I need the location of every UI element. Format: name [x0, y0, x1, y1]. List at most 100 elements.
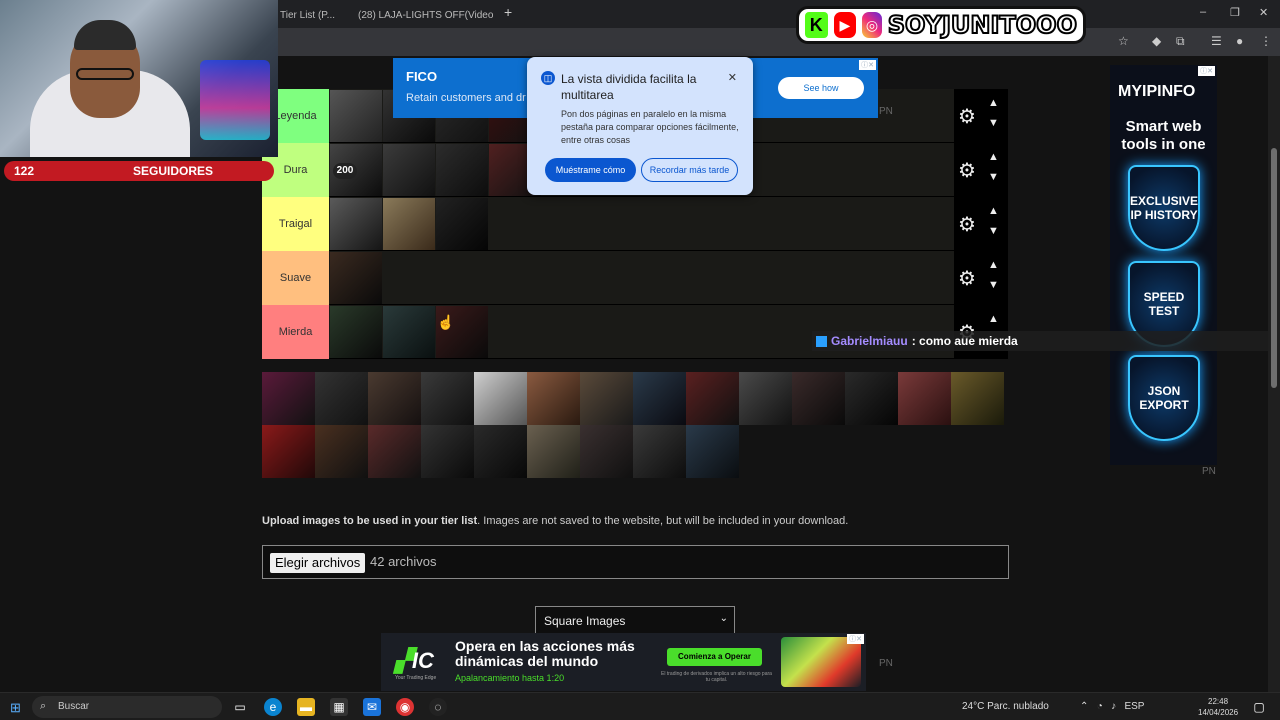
tab-youtube[interactable]: (28) LAJA-LIGHTS OFF(Video O... ✕: [344, 4, 494, 26]
adchoices-icon[interactable]: ⓘ✕: [847, 634, 864, 644]
pool-image[interactable]: [474, 372, 527, 425]
weather-widget[interactable]: 24°C Parc. nublado: [962, 701, 1049, 712]
restore-button[interactable]: ❐: [1230, 6, 1240, 19]
adchoices-icon[interactable]: ⓘ✕: [1198, 66, 1215, 76]
pool-image[interactable]: [368, 425, 421, 478]
pool-image[interactable]: [262, 425, 315, 478]
pool-image[interactable]: [421, 372, 474, 425]
pool-image[interactable]: [580, 425, 633, 478]
pool-image[interactable]: [951, 372, 1004, 425]
chevron-down-icon[interactable]: ▼: [988, 171, 999, 183]
clock-time: 22:48: [1208, 697, 1229, 706]
image-shape-select[interactable]: Square Images ⌄: [535, 606, 735, 634]
ic-logo-text: IC: [411, 648, 434, 673]
notification-icon[interactable]: ▢: [1250, 698, 1268, 716]
tab-tier-list[interactable]: Tier List (P... ✕: [272, 4, 342, 26]
language-indicator[interactable]: ESP: [1124, 701, 1144, 712]
pool-image[interactable]: [580, 372, 633, 425]
start-trading-button[interactable]: Comienza a Operar: [667, 648, 762, 666]
pool-image[interactable]: [262, 372, 315, 425]
volume-icon[interactable]: ♪: [1111, 701, 1116, 712]
chevron-up-icon[interactable]: ▲: [988, 259, 999, 271]
star-icon[interactable]: ☆: [1118, 34, 1129, 48]
scrollbar[interactable]: [1268, 56, 1280, 692]
adchoices-icon[interactable]: ⓘ✕: [859, 60, 876, 70]
gear-icon[interactable]: ⚙: [958, 104, 976, 129]
myipinfo-ad[interactable]: MYIPINFO Smart web tools in one EXCLUSIV…: [1110, 65, 1217, 465]
tier-image[interactable]: [436, 198, 488, 250]
ic-trading-ad[interactable]: ▞IC Your Trading Edge Opera en las accio…: [381, 633, 866, 691]
rgb-lights: [200, 60, 270, 140]
reading-list-icon[interactable]: ☰: [1211, 34, 1222, 48]
tier-image[interactable]: [330, 198, 382, 250]
wifi-icon[interactable]: ◔: [1097, 701, 1103, 712]
chevron-up-icon[interactable]: ▲: [988, 97, 999, 109]
choose-files-button[interactable]: Elegir archivos: [270, 553, 366, 573]
tier-image[interactable]: [330, 90, 382, 142]
pool-image[interactable]: [633, 372, 686, 425]
close-icon[interactable]: ✕: [728, 71, 737, 84]
outlook-icon[interactable]: ✉: [363, 698, 381, 716]
file-explorer-icon[interactable]: ▬: [297, 698, 315, 716]
pool-image[interactable]: [527, 372, 580, 425]
see-how-button[interactable]: See how: [778, 77, 864, 99]
tier-label[interactable]: Traigal: [262, 197, 329, 251]
puzzle-icon[interactable]: ⧉: [1176, 34, 1185, 49]
profile-icon[interactable]: ●: [1236, 34, 1243, 48]
chevron-up-icon[interactable]: ⌃: [1080, 701, 1088, 712]
chevron-up-icon[interactable]: ▲: [988, 151, 999, 163]
ic-logo: ▞IC: [395, 648, 434, 673]
extension-icon[interactable]: ◆: [1152, 34, 1161, 48]
tier-controls: ⚙ ▲ ▼: [954, 143, 1008, 197]
tier-label[interactable]: Mierda: [262, 305, 329, 359]
chevron-up-icon[interactable]: ▲: [988, 313, 999, 325]
pool-image[interactable]: [368, 372, 421, 425]
pool-image[interactable]: [527, 425, 580, 478]
tier-label[interactable]: Suave: [262, 251, 329, 305]
show-me-button[interactable]: Muéstrame cómo: [545, 158, 636, 182]
chevron-down-icon[interactable]: ▼: [988, 279, 999, 291]
pool-image[interactable]: [845, 372, 898, 425]
gear-icon[interactable]: ⚙: [958, 158, 976, 183]
tier-image[interactable]: [383, 306, 435, 358]
gear-icon[interactable]: ⚙: [958, 266, 976, 291]
tier-image[interactable]: [330, 252, 382, 304]
pool-image[interactable]: [739, 372, 792, 425]
chevron-down-icon[interactable]: ▼: [988, 117, 999, 129]
pool-image[interactable]: [686, 372, 739, 425]
fico-subtitle: Retain customers and dr: [406, 92, 526, 104]
pool-image[interactable]: [633, 425, 686, 478]
clock[interactable]: 22:48 14/04/2026: [1198, 696, 1238, 718]
pool-image[interactable]: [686, 425, 739, 478]
chevron-up-icon[interactable]: ▲: [988, 205, 999, 217]
pool-image[interactable]: [315, 425, 368, 478]
pool-image[interactable]: [315, 372, 368, 425]
edge-icon[interactable]: e: [264, 698, 282, 716]
scroll-thumb[interactable]: [1271, 148, 1277, 388]
pool-image[interactable]: [792, 372, 845, 425]
close-window-button[interactable]: ✕: [1259, 6, 1268, 19]
task-view-icon[interactable]: ▭: [231, 698, 249, 716]
menu-icon[interactable]: ⋮: [1260, 34, 1272, 48]
minimize-button[interactable]: –: [1200, 6, 1206, 18]
chevron-down-icon[interactable]: ▼: [988, 225, 999, 237]
store-icon[interactable]: ▦: [330, 698, 348, 716]
windows-start-icon[interactable]: ⊞: [10, 700, 21, 716]
pool-image[interactable]: [898, 372, 951, 425]
tier-image[interactable]: [383, 198, 435, 250]
file-input[interactable]: Elegir archivos 42 archivos: [262, 545, 1009, 579]
gear-icon[interactable]: ⚙: [958, 212, 976, 237]
taskbar-search[interactable]: ⌕ Buscar: [32, 696, 222, 718]
remind-later-button[interactable]: Recordar más tarde: [641, 158, 738, 182]
chrome-icon[interactable]: ◉: [396, 698, 414, 716]
pool-image[interactable]: [421, 425, 474, 478]
tier-image[interactable]: [330, 306, 382, 358]
tier-image[interactable]: [436, 144, 488, 196]
tier-image[interactable]: [383, 144, 435, 196]
close-icon[interactable]: ✕: [341, 10, 342, 21]
ic-ad-art: [781, 637, 861, 687]
pool-image[interactable]: [474, 425, 527, 478]
obs-icon[interactable]: ◌: [429, 698, 447, 716]
social-handle: SOYJUNITOOO: [887, 10, 1078, 40]
new-tab-button[interactable]: +: [504, 4, 512, 20]
